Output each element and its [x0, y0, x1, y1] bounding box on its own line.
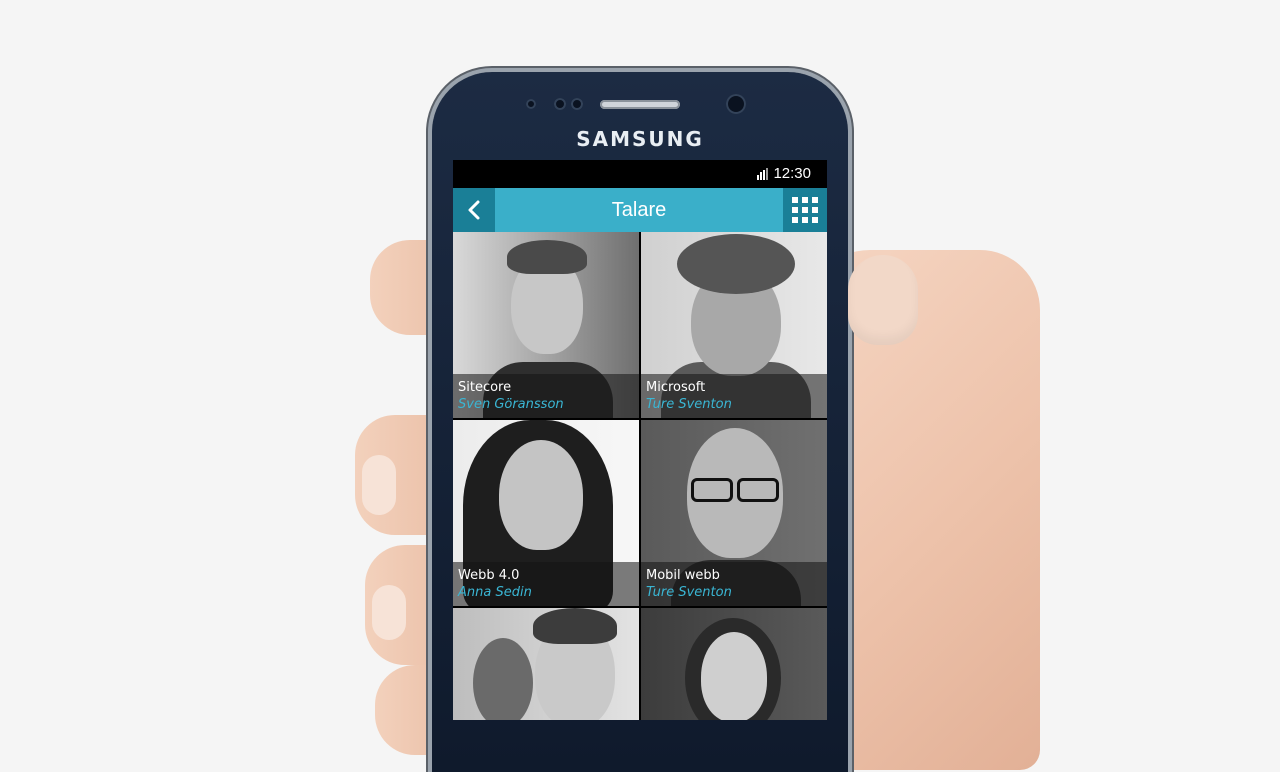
- tile-caption: Microsoft Ture Sventon: [641, 374, 827, 418]
- signal-icon: [757, 168, 769, 180]
- sensor: [571, 98, 583, 110]
- speaker-topic: Sitecore: [458, 380, 512, 395]
- speaker-topic: Mobil webb: [646, 568, 720, 583]
- proximity-sensor: [526, 99, 536, 109]
- speaker-photo: [453, 608, 639, 720]
- fingernail: [362, 455, 396, 515]
- earpiece-speaker: [600, 100, 680, 109]
- thumb: [848, 255, 918, 345]
- speaker-tile[interactable]: Webb 4.0 Anna Sedin: [453, 420, 639, 606]
- phone-screen: 12:30 Talare Sitecore Sven Göransson Mic…: [453, 160, 827, 720]
- speaker-name: Ture Sventon: [646, 397, 732, 412]
- tile-caption: Sitecore Sven Göransson: [453, 374, 639, 418]
- speaker-tile[interactable]: [453, 608, 639, 720]
- app-bar: Talare: [453, 188, 827, 232]
- speaker-name: Ture Sventon: [646, 585, 732, 600]
- sensor: [554, 98, 566, 110]
- fingernail: [372, 585, 406, 640]
- speaker-photo: [641, 608, 827, 720]
- chevron-left-icon: [468, 200, 480, 220]
- front-camera: [726, 94, 746, 114]
- grid-icon: [792, 197, 818, 223]
- brand-logo: SAMSUNG: [576, 127, 704, 151]
- speaker-topic: Microsoft: [646, 380, 706, 395]
- status-time: 12:30: [773, 165, 811, 182]
- page-title: Talare: [611, 199, 667, 221]
- speaker-tile[interactable]: [641, 608, 827, 720]
- speaker-tile[interactable]: Sitecore Sven Göransson: [453, 232, 639, 418]
- tile-caption: Webb 4.0 Anna Sedin: [453, 562, 639, 606]
- tile-caption: Mobil webb Ture Sventon: [641, 562, 827, 606]
- grid-menu-button[interactable]: [783, 188, 827, 232]
- speaker-name: Anna Sedin: [458, 585, 532, 600]
- speaker-tile[interactable]: Mobil webb Ture Sventon: [641, 420, 827, 606]
- status-bar: 12:30: [453, 160, 827, 188]
- back-button[interactable]: [453, 188, 495, 232]
- speaker-name: Sven Göransson: [458, 397, 564, 412]
- speaker-topic: Webb 4.0: [458, 568, 520, 583]
- speaker-tile[interactable]: Microsoft Ture Sventon: [641, 232, 827, 418]
